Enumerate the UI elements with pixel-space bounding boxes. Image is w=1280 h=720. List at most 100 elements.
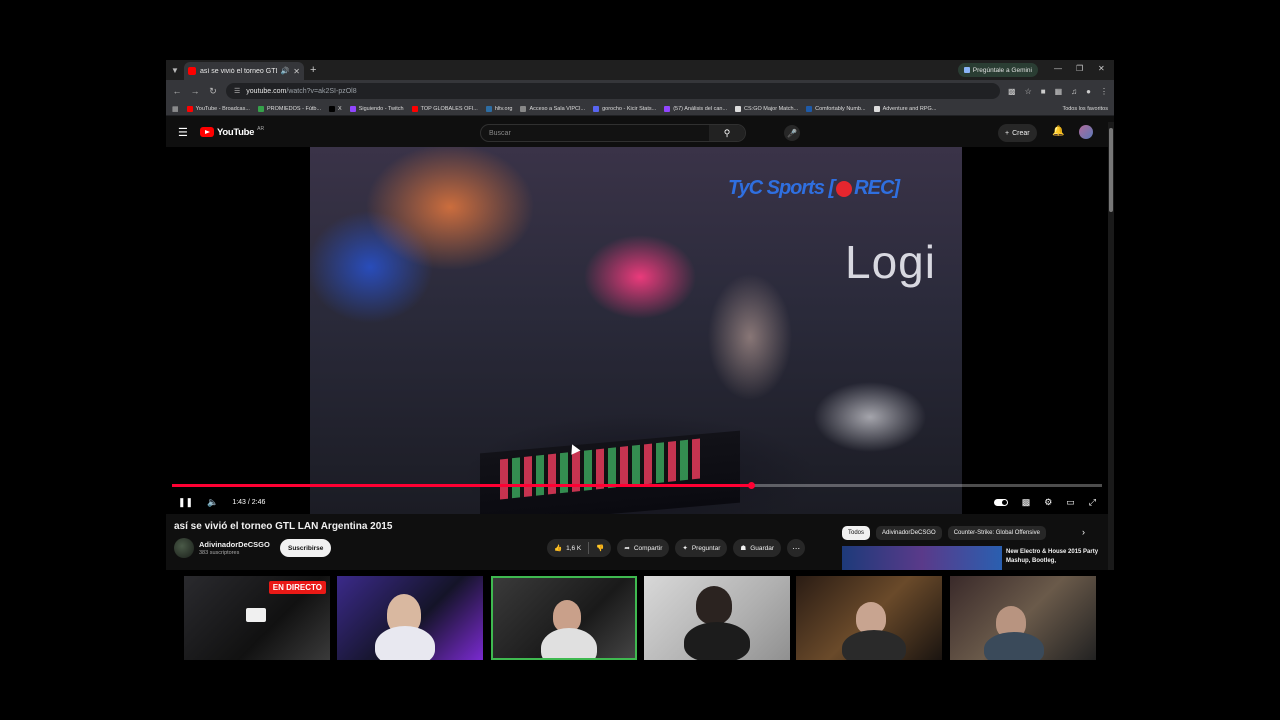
more-actions-icon[interactable]: ⋯ — [787, 539, 806, 557]
youtube-favicon-icon — [188, 67, 196, 75]
like-icon[interactable]: 👍 — [554, 544, 562, 552]
streamer-shirt — [984, 632, 1044, 660]
recommended-thumbnail[interactable] — [842, 546, 1002, 570]
menu-hamburger-icon[interactable]: ☰ — [178, 126, 192, 139]
url-host: youtube.com — [246, 87, 287, 95]
ask-button[interactable]: ✦ Preguntar — [675, 539, 728, 557]
bookmark-favicon-icon — [593, 105, 600, 112]
extension-icon[interactable]: ■ — [1041, 87, 1046, 96]
tab-search-icon[interactable]: ▼ — [166, 66, 184, 75]
youtube-play-icon — [200, 127, 214, 137]
youtube-logo[interactable]: YouTube AR — [200, 126, 264, 138]
bookmark-label: Acceso a Sala VIPCI... — [529, 105, 586, 112]
bookmark-favicon-icon — [485, 105, 492, 112]
tab-active[interactable]: así se vivió el torneo GTL LAN Argentina… — [184, 62, 304, 80]
streamer-chair — [684, 622, 750, 660]
profile-icon[interactable]: ● — [1086, 87, 1091, 96]
install-icon[interactable]: ▩ — [1008, 87, 1016, 96]
bookmark-label: Siguiendo - Twitch — [358, 105, 404, 112]
url-input[interactable]: ☰ youtube.com/watch?v=ak2SI-pzOl8 — [226, 83, 1001, 99]
save-button[interactable]: ☗ Guardar — [733, 539, 782, 557]
video-player[interactable]: TyC Sports [REC] Logi ❚❚ 🔈 1:43 / 2:46 ▩… — [166, 147, 1108, 514]
channel-name[interactable]: AdivinadorDeCSGO — [199, 540, 270, 549]
bookmark-star-icon[interactable]: ☆ — [1025, 87, 1032, 96]
scroll-thumb[interactable] — [1109, 128, 1113, 212]
new-tab-icon[interactable]: + — [310, 64, 316, 76]
ask-label: Preguntar — [691, 544, 721, 552]
filter-chip[interactable]: Counter-Strike: Global Offensive — [947, 526, 1046, 540]
filter-chip[interactable]: AdivinadorDeCSGO — [876, 526, 942, 540]
bookmark-item[interactable]: Acceso a Sala VIPCI... — [520, 105, 586, 112]
menu-icon[interactable]: ⋮ — [1100, 87, 1108, 96]
bookmark-item[interactable]: Comfortably Numb... — [806, 105, 866, 112]
video-frame[interactable]: TyC Sports [REC] Logi — [310, 147, 962, 514]
search-icon[interactable]: ⚲ — [709, 125, 745, 141]
bookmark-item[interactable]: YouTube - Broadcas... — [186, 105, 250, 112]
fullscreen-icon[interactable]: ⤢ — [1089, 497, 1096, 508]
forward-icon[interactable]: → — [190, 86, 200, 96]
puzzle-icon[interactable]: ▦ — [1055, 87, 1063, 96]
back-icon[interactable]: ← — [172, 86, 182, 96]
progress-fill — [172, 484, 752, 487]
filter-chip[interactable]: Todos — [842, 526, 871, 540]
subscribe-button[interactable]: Suscribirse — [280, 539, 332, 557]
apps-icon[interactable]: ▦ — [172, 105, 179, 113]
create-button[interactable]: + Crear — [998, 124, 1037, 142]
bookmark-item[interactable]: X — [329, 105, 342, 112]
share-button[interactable]: ➦ Compartir — [617, 539, 670, 557]
live-badge: EN DIRECTO — [268, 581, 326, 594]
bookmark-favicon-icon — [257, 105, 264, 112]
bookmark-item[interactable]: Adventure and RPG... — [873, 105, 936, 112]
tyc-rec-label: REC — [854, 177, 894, 199]
share-icon: ➦ — [624, 545, 630, 552]
bookmark-item[interactable]: PROMIEDOS - Fútb... — [257, 105, 321, 112]
bookmark-favicon-icon — [664, 105, 671, 112]
close-tab-icon[interactable]: ✕ — [293, 67, 300, 76]
bookmark-item[interactable]: Siguiendo - Twitch — [349, 105, 404, 112]
search-box[interactable]: Buscar ⚲ — [480, 124, 746, 142]
minimize-icon[interactable]: — — [1054, 64, 1062, 73]
dislike-icon[interactable]: 👎 — [596, 544, 604, 552]
bookmark-item[interactable]: (57) Análisis del can... — [664, 105, 728, 112]
youtube-wordmark: YouTube — [217, 126, 255, 138]
like-count[interactable]: 1,6 K — [566, 545, 581, 552]
account-avatar[interactable] — [1079, 125, 1093, 139]
close-window-icon[interactable]: ✕ — [1098, 64, 1105, 73]
subtitles-icon[interactable]: ▩ — [1022, 497, 1031, 508]
channel-avatar[interactable] — [174, 538, 194, 558]
bookmark-item[interactable]: hltv.org — [485, 105, 513, 112]
toolbar-icons: ▩ ☆ ■ ▦ ♫ ● ⋮ — [1008, 87, 1108, 96]
bookmark-item[interactable]: TOP GLOBALES OFI... — [411, 105, 478, 112]
chevron-right-icon[interactable]: › — [1082, 527, 1085, 537]
browser-window: ▼ así se vivió el torneo GTL LAN Argenti… — [166, 60, 1114, 570]
progress-bar[interactable] — [172, 482, 1102, 489]
bookmark-label: (57) Análisis del can... — [673, 105, 728, 112]
bookmark-label: gorocho - Kicir Stats... — [602, 105, 657, 112]
bookmark-label: hltv.org — [494, 105, 513, 112]
like-separator — [588, 542, 590, 554]
url-path: /watch?v=ak2SI-pzOl8 — [286, 87, 357, 95]
bookmark-favicon-icon — [411, 105, 418, 112]
bookmark-item[interactable]: gorocho - Kicir Stats... — [593, 105, 657, 112]
media-icon[interactable]: ♫ — [1071, 87, 1077, 96]
page-scrollbar[interactable] — [1108, 122, 1114, 570]
reload-icon[interactable]: ↻ — [208, 86, 218, 97]
restore-icon[interactable]: ❐ — [1076, 64, 1083, 73]
settings-gear-icon[interactable]: ⚙ — [1044, 497, 1052, 508]
pause-icon[interactable]: ❚❚ — [178, 497, 193, 508]
webcam-strip: EN DIRECTO — [184, 576, 1096, 660]
bookmark-item[interactable]: CS:GO Major Match... — [735, 105, 798, 112]
recommended-title[interactable]: New Electro & House 2015 Party Mashup, B… — [1006, 548, 1106, 566]
microphone-icon[interactable]: 🎤 — [784, 125, 800, 141]
audio-icon[interactable]: 🔊 — [281, 67, 290, 75]
volume-icon[interactable]: 🔈 — [207, 497, 218, 508]
search-input[interactable]: Buscar — [481, 130, 709, 137]
theater-mode-icon[interactable]: ▭ — [1066, 497, 1075, 508]
gemini-button[interactable]: Pregúntale a Gemini — [957, 63, 1038, 77]
gemini-icon — [963, 67, 970, 73]
autoplay-toggle[interactable] — [993, 498, 1008, 506]
all-bookmarks-folder[interactable]: Todos los favoritos — [1062, 106, 1108, 112]
notifications-bell-icon[interactable]: 🔔 — [1052, 126, 1064, 137]
site-info-icon[interactable]: ☰ — [234, 87, 240, 95]
filter-chips: Todos AdivinadorDeCSGO Counter-Strike: Glo… — [842, 526, 1046, 540]
